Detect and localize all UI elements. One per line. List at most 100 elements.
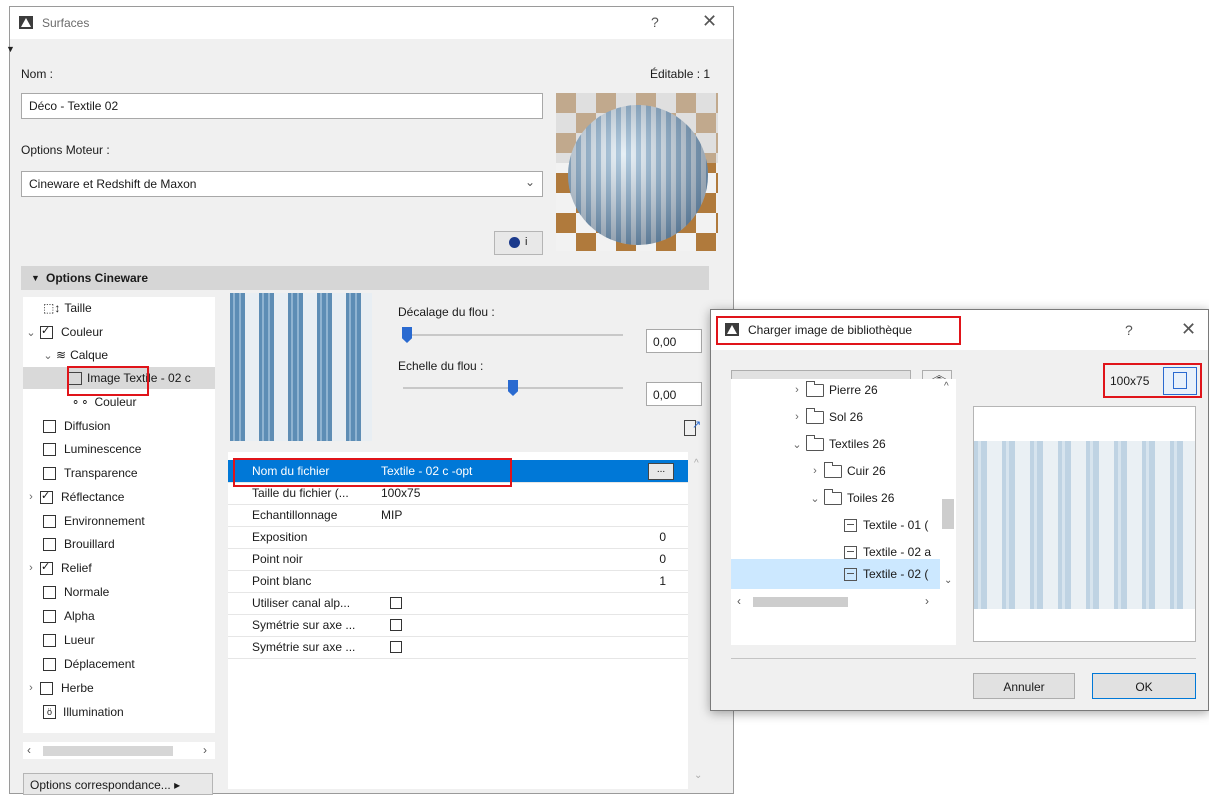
lib-folder-toiles[interactable]: ⌄ Toiles 26 <box>809 487 894 509</box>
property-row[interactable]: Echantillonnage MIP <box>228 504 688 527</box>
tree-hscrollbar[interactable]: ‹ › <box>23 742 215 759</box>
chevron-down-icon[interactable]: ⌄ <box>809 492 821 505</box>
tree-item-alpha[interactable]: Alpha <box>43 605 95 627</box>
environnement-checkbox[interactable] <box>43 514 56 528</box>
tree-item-luminescence[interactable]: Luminescence <box>43 438 141 460</box>
herbe-checkbox[interactable] <box>40 681 53 695</box>
lib-image-item[interactable]: Textile - 01 ( <box>844 514 928 536</box>
folder-icon <box>806 407 824 424</box>
lib-image-item-selected[interactable]: Textile - 02 ( <box>731 559 940 589</box>
scroll-up-icon[interactable]: ^ <box>944 381 949 392</box>
tree-item-taille[interactable]: ⬚↕ Taille <box>43 297 92 319</box>
scroll-up-icon[interactable]: ^ <box>694 458 699 469</box>
property-checkbox[interactable] <box>390 619 402 631</box>
blur-scale-label: Echelle du flou : <box>398 359 484 373</box>
cancel-button[interactable]: Annuler <box>973 673 1075 699</box>
transparence-checkbox[interactable] <box>43 466 56 480</box>
tree-item-environnement[interactable]: Environnement <box>43 510 145 532</box>
property-row[interactable]: Point noir 0 <box>228 548 688 571</box>
lib-folder-cuir[interactable]: › Cuir 26 <box>809 460 886 482</box>
property-row[interactable]: Symétrie sur axe ... <box>228 636 688 659</box>
scroll-left-icon[interactable]: ‹ <box>27 743 31 757</box>
scroll-down-icon[interactable]: ⌄ <box>694 770 702 781</box>
chevron-right-icon[interactable]: › <box>809 465 821 477</box>
mapping-options-button[interactable]: Options correspondance... ▸ <box>23 773 213 795</box>
cineware-info-button[interactable]: i <box>494 231 543 255</box>
tree-item-herbe[interactable]: › Herbe <box>25 677 94 699</box>
property-row[interactable]: Symétrie sur axe ... <box>228 614 688 637</box>
highlight-title <box>716 316 961 345</box>
lib-hscrollbar[interactable]: ‹ › <box>731 593 940 611</box>
tree-item-relief[interactable]: › Relief <box>25 557 92 579</box>
engine-select[interactable]: Cineware et Redshift de Maxon ⌄ <box>21 171 543 197</box>
close-button[interactable]: ✕ <box>1181 319 1196 340</box>
scroll-thumb[interactable] <box>942 499 954 529</box>
property-row[interactable]: Point blanc 1 <box>228 570 688 593</box>
browse-button[interactable]: ... <box>648 463 674 480</box>
property-vscrollbar[interactable]: ^ ⌄ <box>690 452 707 788</box>
scroll-thumb[interactable] <box>753 597 848 607</box>
scroll-left-icon[interactable]: ‹ <box>737 594 741 608</box>
property-checkbox[interactable] <box>390 597 402 609</box>
lib-folder-sol[interactable]: › Sol 26 <box>791 406 863 428</box>
tree-item-illumination[interactable]: ö Illumination <box>43 701 124 723</box>
alpha-checkbox[interactable] <box>43 609 56 623</box>
chevron-right-icon[interactable]: › <box>25 682 37 694</box>
chevron-right-icon[interactable]: › <box>25 562 37 574</box>
chevron-down-icon[interactable]: ⌄ <box>43 349 53 362</box>
blur-offset-thumb[interactable] <box>402 327 412 343</box>
property-row[interactable]: Utiliser canal alp... <box>228 592 688 615</box>
name-field[interactable]: Déco - Textile 02 <box>21 93 543 119</box>
property-row[interactable]: Exposition 0 <box>228 526 688 549</box>
close-button[interactable]: ✕ <box>702 11 717 32</box>
blur-scale-thumb[interactable] <box>508 380 518 396</box>
property-list: Nom du fichier Textile - 02 c -opt ... T… <box>228 452 688 789</box>
help-button[interactable]: ? <box>1125 322 1133 338</box>
property-number[interactable]: 0 <box>659 552 666 566</box>
tree-item-brouillard[interactable]: Brouillard <box>43 533 115 555</box>
panel-collapse-icon[interactable]: ▼ <box>6 44 15 54</box>
ok-button[interactable]: OK <box>1092 673 1196 699</box>
blur-offset-slider[interactable] <box>403 334 623 336</box>
library-tree[interactable]: › Pierre 26 › Sol 26 ⌄ Textiles 26 › Cuir 26… <box>731 379 956 645</box>
deplacement-checkbox[interactable] <box>43 657 56 671</box>
tree-item-reflectance[interactable]: › Réflectance <box>25 486 124 508</box>
scroll-right-icon[interactable]: › <box>203 743 207 757</box>
tree-item-deplacement[interactable]: Déplacement <box>43 653 135 675</box>
scroll-down-icon[interactable]: ⌄ <box>944 575 952 586</box>
normale-checkbox[interactable] <box>43 585 56 599</box>
tree-item-normale[interactable]: Normale <box>43 581 109 603</box>
chevron-right-icon[interactable]: › <box>25 491 37 503</box>
lueur-checkbox[interactable] <box>43 633 56 647</box>
chevron-down-icon[interactable]: ⌄ <box>25 326 37 339</box>
chevron-right-icon[interactable]: › <box>791 384 803 396</box>
tree-item-diffusion[interactable]: Diffusion <box>43 415 110 437</box>
scroll-thumb[interactable] <box>43 746 173 756</box>
tree-item-lueur[interactable]: Lueur <box>43 629 95 651</box>
lib-folder-textiles[interactable]: ⌄ Textiles 26 <box>791 433 886 455</box>
relief-checkbox[interactable] <box>40 560 53 575</box>
lib-folder-pierre[interactable]: › Pierre 26 <box>791 379 878 401</box>
property-number[interactable]: 1 <box>659 574 666 588</box>
edit-texture-icon[interactable]: ↗ <box>678 418 704 440</box>
tree-item-label: Diffusion <box>64 419 111 433</box>
channel-tree[interactable]: ⬚↕ Taille ⌄ Couleur ⌄ ≋ Calque Image Tex… <box>23 297 215 733</box>
help-button[interactable]: ? <box>651 14 659 30</box>
chevron-down-icon[interactable]: ⌄ <box>791 438 803 451</box>
luminescence-checkbox[interactable] <box>43 442 56 456</box>
lib-vscrollbar[interactable]: ^ ⌄ <box>940 379 956 599</box>
reflectance-checkbox[interactable] <box>40 489 53 504</box>
diffusion-checkbox[interactable] <box>43 419 56 433</box>
cineware-section-header[interactable]: ▼ Options Cineware <box>21 266 709 290</box>
tree-item-calque[interactable]: ⌄ ≋ Calque <box>43 344 108 366</box>
tree-item-couleur[interactable]: ⌄ Couleur <box>25 321 103 343</box>
scroll-right-icon[interactable]: › <box>925 594 929 608</box>
property-number[interactable]: 0 <box>659 530 666 544</box>
couleur-checkbox[interactable] <box>40 324 53 339</box>
brouillard-checkbox[interactable] <box>43 537 56 551</box>
blur-scale-field[interactable]: 0,00 <box>646 382 702 406</box>
tree-item-transparence[interactable]: Transparence <box>43 462 138 484</box>
property-checkbox[interactable] <box>390 641 402 653</box>
blur-offset-field[interactable]: 0,00 <box>646 329 702 353</box>
chevron-right-icon[interactable]: › <box>791 411 803 423</box>
